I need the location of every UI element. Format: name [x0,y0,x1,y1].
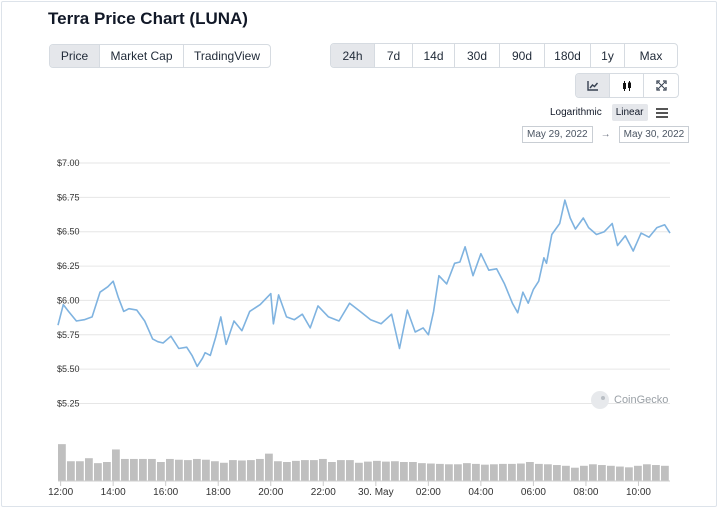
volume-bar [130,458,138,481]
volume-bar [463,463,471,481]
grid-lines [58,162,670,405]
volume-bar [472,463,480,481]
volume-bar [544,464,552,481]
volume-bar [139,458,147,481]
volume-bar [301,460,309,481]
price-chart[interactable]: $5.25 $5.50 $5.75 $6.00 $6.25 $6.50 $6.75 $7.00… [0,0,718,508]
volume-bar [94,463,102,481]
coingecko-watermark: CoinGecko [591,391,668,409]
volume-bar [166,458,174,481]
price-line [57,199,671,368]
volume-bar [184,460,192,481]
volume-bar [571,467,579,481]
x-axis-ticks: 12:00 14:00 16:00 18:00 20:00 22:00 30. May 02:… [48,480,670,498]
y-tick-label: $5.75 [57,330,80,340]
volume-bar [634,465,642,481]
y-axis-ticks: $5.25 $5.50 $5.75 $6.00 $6.25 $6.50 $6.75 $7.00 [57,158,80,409]
volume-bar [625,467,633,481]
volume-bar [517,463,525,481]
volume-bar [373,460,381,481]
x-tick-label: 10:00 [626,487,651,498]
volume-bar [391,461,399,481]
volume-bar [85,458,93,481]
volume-bar [202,459,210,481]
volume-bar [526,462,534,481]
x-tick-label: 22:00 [311,487,336,498]
volume-bar [445,464,453,481]
volume-bar [580,465,588,481]
volume-bar [193,458,201,481]
volume-bar [175,459,183,481]
volume-bar [355,462,363,481]
volume-bar [256,458,264,481]
volume-bar [598,465,606,481]
coingecko-logo-icon [591,391,609,409]
volume-bar [211,461,219,481]
x-tick-label: 16:00 [153,487,178,498]
volume-bar [67,461,75,481]
volume-bars [58,444,669,481]
volume-bar [535,463,543,481]
volume-bar [400,462,408,481]
volume-bar [121,458,129,481]
volume-bar [148,458,156,481]
volume-bar [283,462,291,481]
volume-bar [103,462,111,481]
volume-bar [562,465,570,481]
y-tick-label: $6.00 [57,295,80,305]
volume-bar [58,444,66,481]
volume-bar [274,461,282,481]
watermark-label: CoinGecko [614,394,669,406]
x-tick-label: 20:00 [258,487,283,498]
volume-bar [418,463,426,481]
volume-bar [346,460,354,481]
volume-bar [454,464,462,481]
x-tick-label: 06:00 [521,487,546,498]
volume-bar [382,461,390,481]
volume-bar [247,460,255,481]
y-tick-label: $5.25 [57,399,80,409]
y-tick-label: $5.50 [57,364,80,374]
volume-bar [490,464,498,481]
volume-bar [643,464,651,481]
y-tick-label: $6.50 [57,227,80,237]
volume-bar [292,460,300,481]
x-tick-label: 04:00 [468,487,493,498]
volume-bar [481,464,489,481]
price-series [57,199,671,368]
volume-bar [553,465,561,481]
volume-bar [238,460,246,481]
volume-bar [265,453,273,481]
y-tick-label: $6.75 [57,192,80,202]
x-tick-label: 08:00 [573,487,598,498]
volume-bar [76,461,84,481]
volume-bar [652,465,660,481]
volume-bar [508,463,516,481]
x-tick-label: 30. May [358,487,394,498]
x-tick-label: 14:00 [101,487,126,498]
volume-bar [616,466,624,481]
volume-bar [310,460,318,481]
x-tick-label: 12:00 [48,487,73,498]
y-tick-label: $7.00 [57,158,80,168]
volume-bar [499,463,507,481]
volume-bar [409,462,417,481]
volume-bar [661,465,669,481]
volume-bar [589,464,597,481]
volume-bar [157,462,165,481]
volume-bar [319,458,327,481]
x-tick-label: 02:00 [416,487,441,498]
volume-bar [328,462,336,481]
volume-bar [364,461,372,481]
volume-bar [607,465,615,481]
volume-bar [112,449,120,481]
volume-bar [436,463,444,481]
volume-bar [427,463,435,481]
y-tick-label: $6.25 [57,261,80,271]
volume-bar [337,460,345,481]
volume-bar [220,462,228,481]
x-tick-label: 18:00 [206,487,231,498]
volume-bar [229,460,237,481]
